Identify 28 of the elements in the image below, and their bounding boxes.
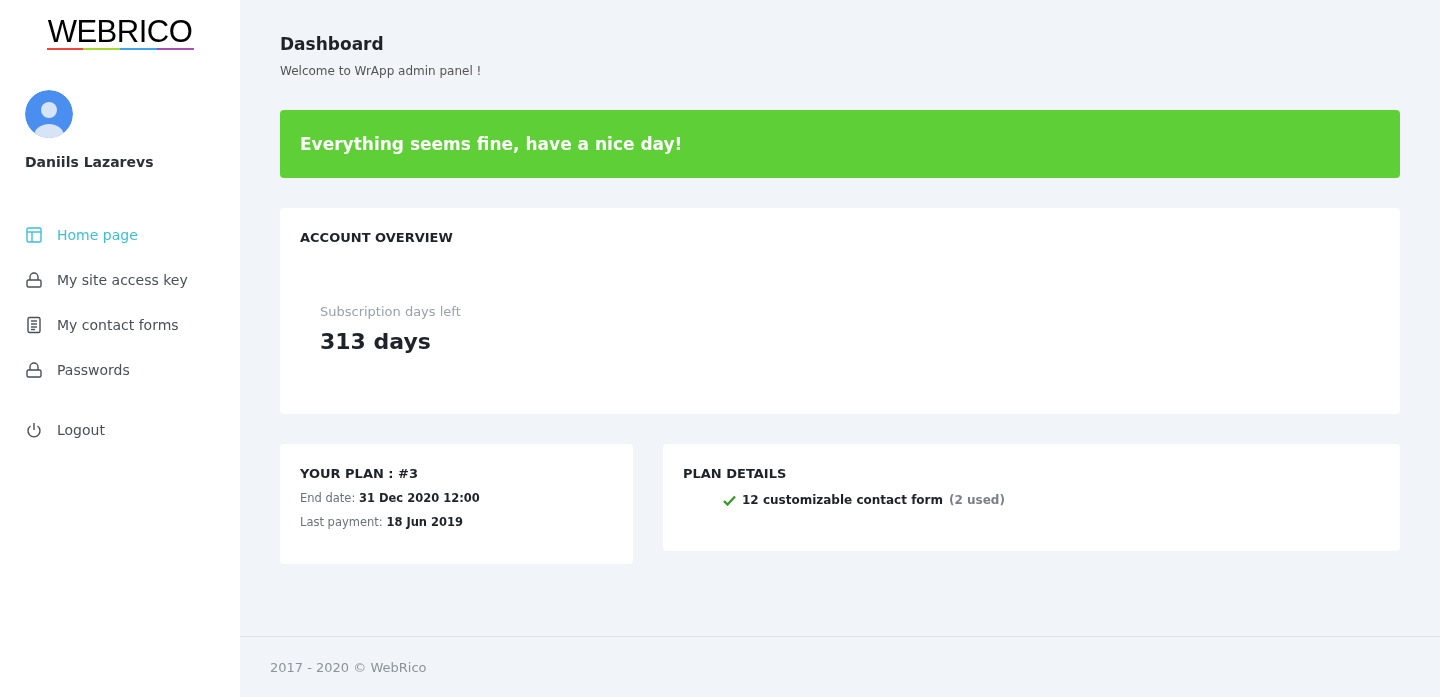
check-icon bbox=[723, 494, 736, 506]
stat-value: 313 days bbox=[320, 329, 432, 354]
nav-item[interactable]: My contact forms bbox=[25, 316, 215, 334]
lock-icon bbox=[25, 271, 43, 289]
nav-item[interactable]: My site access key bbox=[25, 271, 215, 289]
stat-label: Subscription days left bbox=[320, 304, 462, 319]
power-icon bbox=[25, 421, 43, 439]
field-value: 31 Dec 2020 12:00 bbox=[359, 491, 480, 505]
footer-text: 2017 - 2020 © WebRico bbox=[270, 659, 427, 675]
layout-icon bbox=[25, 226, 43, 244]
feature-usage: (2 used) bbox=[949, 493, 1005, 507]
feature-text: 12 customizable contact form bbox=[742, 493, 944, 507]
avatar bbox=[25, 90, 73, 138]
nav-item[interactable]: Logout bbox=[25, 421, 215, 439]
logo-text: WEBRICO bbox=[47, 16, 193, 48]
lock-icon bbox=[25, 361, 43, 379]
field-value: 18 Jun 2019 bbox=[386, 515, 464, 529]
card-title: ACCOUNT OVERVIEW bbox=[300, 230, 454, 245]
page-title: Dashboard bbox=[280, 34, 385, 54]
nav-item[interactable]: Passwords bbox=[25, 361, 215, 379]
success-alert: Everything seems fine, have a nice day! bbox=[280, 110, 1400, 178]
field-label: Last payment: bbox=[300, 515, 383, 529]
card-title: PLAN DETAILS bbox=[683, 466, 788, 481]
page-subtitle: Welcome to WrApp admin panel ! bbox=[280, 64, 483, 78]
user-name: Daniils Lazarevs bbox=[25, 154, 155, 170]
document-icon bbox=[25, 316, 43, 334]
card-title: YOUR PLAN : #3 bbox=[300, 466, 420, 481]
field-label: End date: bbox=[300, 491, 356, 505]
